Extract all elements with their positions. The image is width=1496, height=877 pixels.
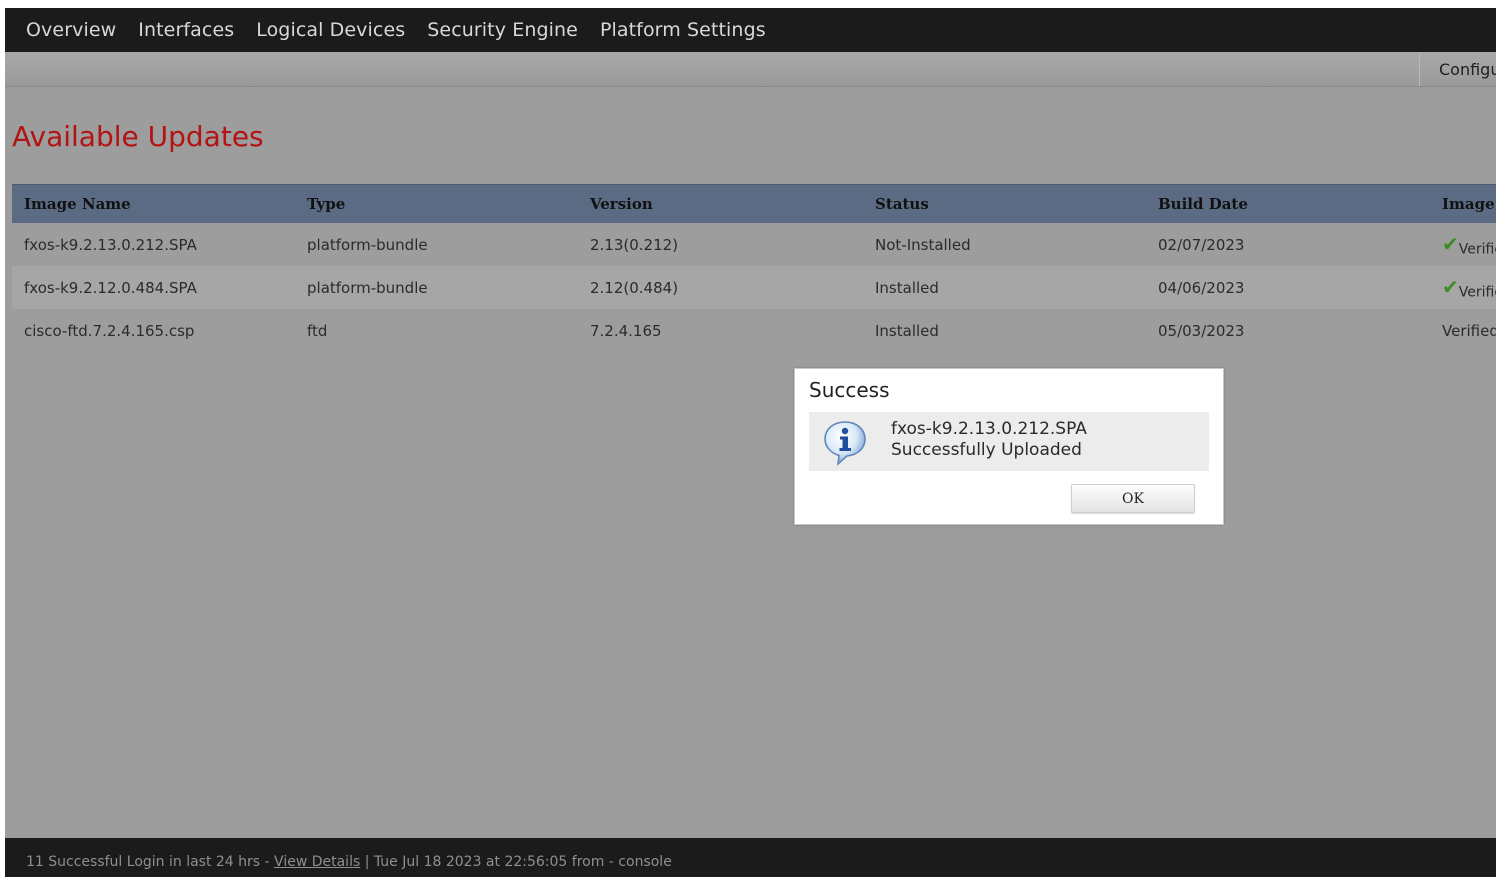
info-icon (824, 421, 866, 466)
cell-image-integrity: ✔Verified (1430, 223, 1496, 266)
nav-platform-settings[interactable]: Platform Settings (600, 19, 766, 41)
cell-status: Installed (863, 309, 1146, 352)
nav-logical-devices[interactable]: Logical Devices (256, 19, 405, 41)
login-summary-text: 11 Successful Login in last 24 hrs - (26, 854, 275, 870)
session-info-text: | Tue Jul 18 2023 at 22:56:05 from - con… (360, 854, 672, 870)
cell-status: Not-Installed (863, 223, 1146, 266)
dialog-message-filename: fxos-k9.2.13.0.212.SPA (891, 419, 1087, 439)
cell-type: ftd (295, 309, 578, 352)
nav-overview[interactable]: Overview (26, 19, 116, 41)
top-navigation: Overview Interfaces Logical Devices Secu… (5, 8, 1496, 52)
image-integrity-text: Verified (1458, 284, 1496, 301)
dialog-message-area: fxos-k9.2.13.0.212.SPA Successfully Uplo… (809, 412, 1209, 471)
cell-image-name: fxos-k9.2.12.0.484.SPA (12, 266, 295, 309)
cell-version: 7.2.4.165 (578, 309, 863, 352)
cell-build-date: 02/07/2023 (1146, 223, 1430, 266)
cell-type: platform-bundle (295, 266, 578, 309)
column-header-version[interactable]: Version (578, 184, 863, 223)
cell-build-date: 04/06/2023 (1146, 266, 1430, 309)
cell-image-name: cisco-ftd.7.2.4.165.csp (12, 309, 295, 352)
cell-status: Installed (863, 266, 1146, 309)
status-footer: 11 Successful Login in last 24 hrs - Vie… (5, 838, 1496, 877)
cell-image-name: fxos-k9.2.13.0.212.SPA (12, 223, 295, 266)
configuration-tab[interactable]: Configuration (1419, 52, 1496, 86)
page-title: Available Updates (12, 120, 264, 153)
view-details-link[interactable]: View Details (274, 854, 360, 870)
success-dialog: Success fxos-k9.2.13.0.212.SPA Successfu… (794, 368, 1224, 525)
column-header-status[interactable]: Status (863, 184, 1146, 223)
cell-version: 2.12(0.484) (578, 266, 863, 309)
sub-toolbar: Configuration (5, 52, 1496, 87)
column-header-type[interactable]: Type (295, 184, 578, 223)
table-row[interactable]: fxos-k9.2.13.0.212.SPA platform-bundle 2… (12, 223, 1496, 266)
checkmark-icon: ✔ (1442, 231, 1459, 256)
column-header-image-integrity[interactable]: Image Integrity (1430, 184, 1496, 223)
cell-image-integrity: ✔Verified (1430, 266, 1496, 309)
image-integrity-text: Verified (1458, 241, 1496, 258)
table-row[interactable]: cisco-ftd.7.2.4.165.csp ftd 7.2.4.165 In… (12, 309, 1496, 352)
column-header-image-name[interactable]: Image Name (12, 184, 295, 223)
ok-button[interactable]: OK (1071, 484, 1195, 513)
nav-interfaces[interactable]: Interfaces (138, 19, 234, 41)
table-row[interactable]: fxos-k9.2.12.0.484.SPA platform-bundle 2… (12, 266, 1496, 309)
dialog-message-status: Successfully Uploaded (891, 440, 1082, 460)
cell-version: 2.13(0.212) (578, 223, 863, 266)
cell-type: platform-bundle (295, 223, 578, 266)
app-window: Overview Interfaces Logical Devices Secu… (5, 8, 1496, 877)
table-header-row: Image Name Type Version Status Build Dat… (12, 184, 1496, 223)
checkmark-icon: ✔ (1442, 274, 1459, 299)
cell-build-date: 05/03/2023 (1146, 309, 1430, 352)
dialog-title: Success (809, 378, 890, 402)
updates-table: Image Name Type Version Status Build Dat… (12, 184, 1496, 352)
column-header-build-date[interactable]: Build Date (1146, 184, 1430, 223)
nav-security-engine[interactable]: Security Engine (427, 19, 578, 41)
cell-image-integrity: Verified (1430, 309, 1496, 352)
